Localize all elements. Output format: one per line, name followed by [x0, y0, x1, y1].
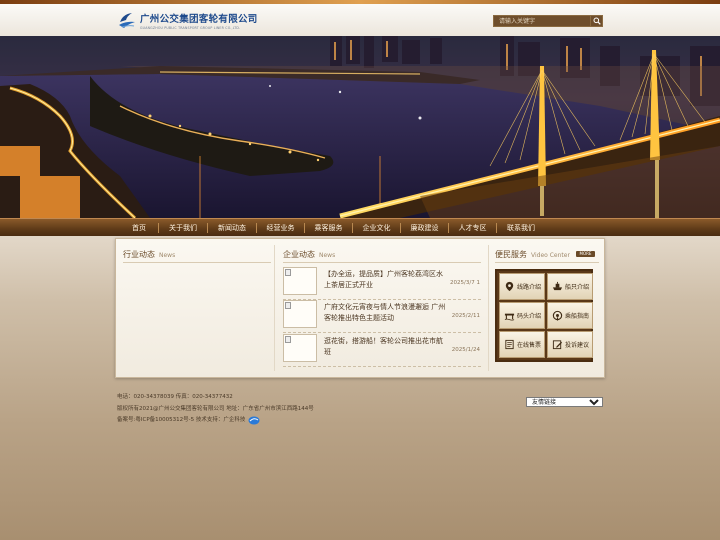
service-label: 线路介绍: [517, 284, 542, 291]
main-navigation: 首页 关于我们 新闻动态 经营业务 乘客服务 企业文化 廉政建设 人才专区 联系…: [0, 218, 720, 236]
news-thumbnail-image[interactable]: [283, 267, 317, 295]
news-date: 2025/1/24: [451, 347, 480, 353]
ship-icon: [552, 281, 563, 291]
industry-news-heading: 行业动态 News: [123, 249, 175, 260]
service-label: 船只介绍: [565, 284, 590, 291]
broken-image-icon: [285, 269, 291, 276]
nav-integrity[interactable]: 廉政建设: [401, 219, 448, 237]
services-grid: 线路介绍 船只介绍 码头介绍 乘船指南 在线售票 投诉建议: [495, 269, 593, 362]
header: 广州公交集团客轮有限公司 GUANGZHOU PUBLIC TRANSPORT …: [0, 4, 720, 36]
search-button[interactable]: [591, 15, 603, 27]
services-subtitle: Video Center: [531, 252, 570, 259]
company-news-heading: 企业动态 News: [283, 249, 335, 260]
hero-banner-night-city-river: [0, 36, 720, 218]
news-thumbnail-image[interactable]: [283, 300, 317, 328]
guide-icon: [552, 310, 563, 321]
nav-home[interactable]: 首页: [120, 219, 158, 237]
service-online-ticket-button[interactable]: 在线售票: [499, 331, 545, 358]
industry-news-subtitle: News: [159, 252, 176, 259]
nav-contact-us[interactable]: 联系我们: [497, 219, 545, 237]
search-input[interactable]: [493, 15, 591, 27]
logo-emblem-icon: [118, 10, 136, 30]
nav-news[interactable]: 新闻动态: [208, 219, 256, 237]
company-news-subtitle: News: [319, 252, 336, 259]
company-news-title[interactable]: 企业动态: [283, 249, 315, 260]
news-list-item[interactable]: 逛花街，搭游船！客轮公司推出花市航班 2025/1/24: [283, 334, 481, 367]
service-pier-info-button[interactable]: 码头介绍: [499, 302, 545, 329]
nav-passenger-service[interactable]: 乘客服务: [305, 219, 352, 237]
divider-line: [495, 262, 599, 263]
divider-line: [123, 262, 271, 263]
company-logo[interactable]: 广州公交集团客轮有限公司 GUANGZHOU PUBLIC TRANSPORT …: [118, 10, 258, 30]
search-icon: [593, 17, 601, 25]
more-button[interactable]: MORE: [576, 251, 595, 257]
nav-talent[interactable]: 人才专区: [449, 219, 496, 237]
service-complaint-button[interactable]: 投诉建议: [547, 331, 593, 358]
nav-corporate-culture[interactable]: 企业文化: [353, 219, 400, 237]
news-thumbnail-image[interactable]: [283, 334, 317, 362]
nav-about-us[interactable]: 关于我们: [159, 219, 207, 237]
news-date: 2025/3/7 1: [450, 280, 480, 286]
service-ship-info-button[interactable]: 船只介绍: [547, 273, 593, 300]
service-label: 投诉建议: [565, 342, 590, 349]
industry-news-title[interactable]: 行业动态: [123, 249, 155, 260]
service-boarding-guide-button[interactable]: 乘船指南: [547, 302, 593, 329]
logo-english-name: GUANGZHOU PUBLIC TRANSPORT GROUP LINER C…: [140, 25, 241, 30]
news-list-item[interactable]: 广府文化元宵夜与情人节浪漫邂逅 广州客轮推出特色主题活动 2025/2/11: [283, 300, 481, 333]
footer-icp-line: 备案号:粤ICP备10005312号-5 技术支持：广企科技: [117, 415, 607, 427]
services-title[interactable]: 便民服务: [495, 249, 527, 260]
service-route-info-button[interactable]: 线路介绍: [499, 273, 545, 300]
broken-image-icon: [285, 302, 291, 309]
edit-icon: [552, 340, 563, 350]
column-divider: [274, 245, 275, 371]
news-title[interactable]: 【办全运，提品质】广州客轮荔湾区水上茶居正式开业: [324, 269, 446, 291]
broken-image-icon: [285, 336, 291, 343]
search-bar: [493, 15, 603, 27]
news-list-item[interactable]: 【办全运，提品质】广州客轮荔湾区水上茶居正式开业 2025/3/7 1: [283, 267, 481, 300]
logo-chinese-name: 广州公交集团客轮有限公司: [140, 13, 258, 25]
nav-business[interactable]: 经营业务: [257, 219, 304, 237]
news-title[interactable]: 广府文化元宵夜与情人节浪漫邂逅 广州客轮推出特色主题活动: [324, 302, 446, 324]
footer-icp[interactable]: 备案号:粤ICP备10005312号-5 技术支持：广企科技: [117, 415, 245, 427]
service-label: 在线售票: [517, 342, 542, 349]
news-date: 2025/2/11: [451, 313, 480, 319]
service-label: 码头介绍: [517, 313, 542, 320]
map-pin-icon: [505, 281, 514, 292]
friend-links-select[interactable]: 友情链接: [526, 397, 603, 407]
content-panel: 行业动态 News 企业动态 News MORE 【办全运，提品质】广州客轮荔湾…: [115, 238, 605, 378]
ticket-icon: [505, 339, 514, 350]
services-heading: 便民服务 Video Center: [495, 249, 570, 260]
news-title[interactable]: 逛花街，搭游船！客轮公司推出花市航班: [324, 336, 446, 358]
column-divider: [488, 245, 489, 371]
tech-support-logo-icon[interactable]: [248, 416, 260, 425]
pier-icon: [504, 313, 515, 321]
divider-line: [283, 262, 481, 263]
service-label: 乘船指南: [565, 313, 590, 320]
